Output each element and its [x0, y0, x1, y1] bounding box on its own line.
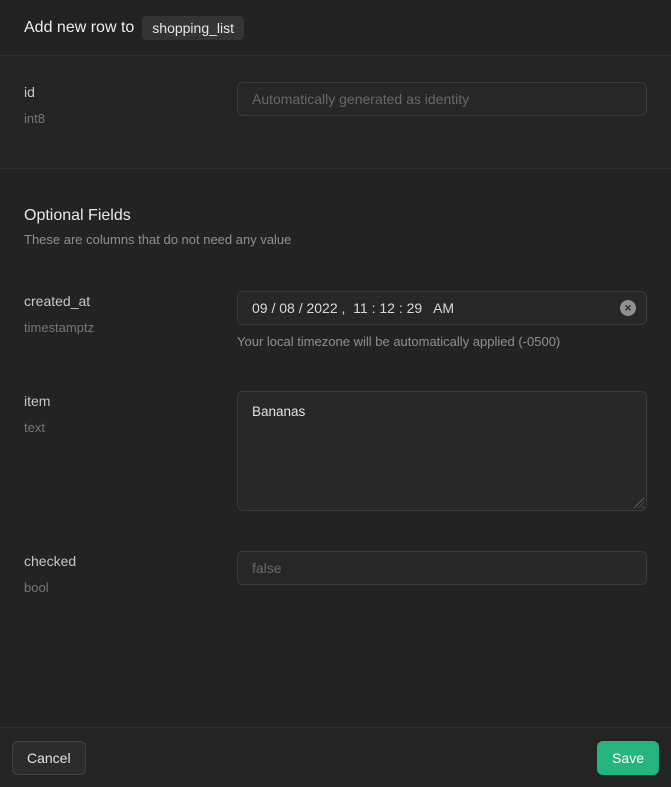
field-control-checked — [237, 551, 647, 585]
field-row-item: item text Bananas — [24, 391, 647, 511]
field-row-id: id int8 — [24, 82, 647, 128]
optional-fields-section: Optional Fields These are columns that d… — [0, 169, 671, 597]
id-input[interactable] — [237, 82, 647, 116]
field-label-item: item — [24, 391, 237, 411]
optional-fields-heading: Optional Fields — [24, 207, 647, 225]
timezone-helper-text: Your local timezone will be automaticall… — [237, 334, 647, 349]
circle-x-icon[interactable] — [620, 300, 636, 316]
field-control-created-at: Your local timezone will be automaticall… — [237, 291, 647, 349]
panel-header: Add new row to shopping_list — [0, 0, 671, 56]
checked-input[interactable] — [237, 551, 647, 585]
field-label-created-at: created_at — [24, 291, 237, 311]
optional-fields-subtitle: These are columns that do not need any v… — [24, 232, 647, 247]
field-type-checked: bool — [24, 579, 237, 597]
add-row-panel: Add new row to shopping_list id int8 Opt… — [0, 0, 671, 787]
field-label-id: id — [24, 82, 237, 102]
field-control-item: Bananas — [237, 391, 647, 511]
datetime-input-wrap — [237, 291, 647, 325]
field-meta-id: id int8 — [24, 82, 237, 128]
field-type-item: text — [24, 419, 237, 437]
panel-footer: Cancel Save — [0, 727, 671, 787]
field-meta-checked: checked bool — [24, 551, 237, 597]
cancel-button[interactable]: Cancel — [12, 741, 86, 775]
save-button[interactable]: Save — [597, 741, 659, 775]
field-type-id: int8 — [24, 110, 237, 128]
item-textarea[interactable]: Bananas — [237, 391, 647, 511]
field-row-created-at: created_at timestamptz Your local timezo… — [24, 291, 647, 349]
field-meta-created-at: created_at timestamptz — [24, 291, 237, 337]
created-at-datetime-input[interactable] — [237, 291, 647, 325]
field-label-checked: checked — [24, 551, 237, 571]
panel-title: Add new row to — [24, 19, 134, 37]
table-name-badge: shopping_list — [142, 16, 244, 40]
field-row-checked: checked bool — [24, 551, 647, 597]
field-control-id — [237, 82, 647, 116]
required-fields-section: id int8 — [0, 56, 671, 169]
field-meta-item: item text — [24, 391, 237, 437]
field-type-created-at: timestamptz — [24, 319, 237, 337]
